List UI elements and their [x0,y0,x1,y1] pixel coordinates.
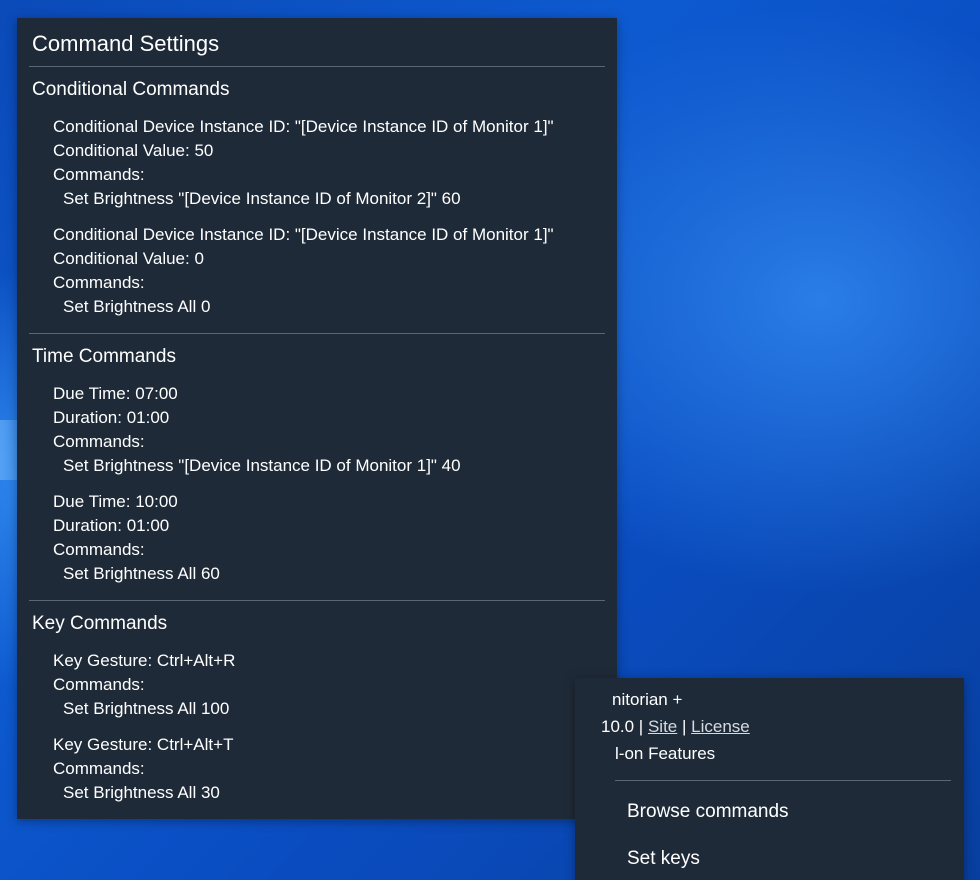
menu-divider [615,780,951,781]
command-text: Set Brightness "[Device Instance ID of M… [63,456,461,475]
link-separator: | [682,717,687,736]
commands-label: Commands: [53,432,145,451]
divider [29,66,605,67]
version-line: 10.0 | Site | License [601,715,750,739]
commands-label: Commands: [53,165,145,184]
conditional-device-id: Conditional Device Instance ID: "[Device… [53,225,554,244]
browse-commands-item[interactable]: Browse commands [575,790,964,834]
command-text: Set Brightness All 0 [63,297,211,316]
due-time: Due Time: 10:00 [53,492,178,511]
due-time: Due Time: 07:00 [53,384,178,403]
command-text: Set Brightness All 100 [63,699,230,718]
set-keys-label: Set keys [627,848,700,869]
command-text: Set Brightness All 60 [63,564,220,583]
set-keys-item[interactable]: Set keys [575,837,964,880]
conditional-value: Conditional Value: 50 [53,141,214,160]
section-title-time: Time Commands [32,346,176,367]
divider [29,333,605,334]
section-title-key: Key Commands [32,613,168,634]
divider [29,600,605,601]
section-title-conditional: Conditional Commands [32,79,230,100]
conditional-device-id: Conditional Device Instance ID: "[Device… [53,117,554,136]
key-gesture: Key Gesture: Ctrl+Alt+T [53,735,234,754]
monitorian-menu: nitorian + 10.0 | Site | License l-on Fe… [575,678,964,880]
commands-label: Commands: [53,540,145,559]
app-name: nitorian + [612,690,683,709]
browse-commands-label: Browse commands [627,801,789,822]
command-text: Set Brightness All 30 [63,783,220,802]
command-settings-window: Command Settings Conditional Commands Co… [17,18,617,819]
site-link[interactable]: Site [648,717,677,736]
commands-label: Commands: [53,273,145,292]
key-gesture: Key Gesture: Ctrl+Alt+R [53,651,236,670]
commands-label: Commands: [53,675,145,694]
version-text: 10.0 | [601,717,644,736]
license-link[interactable]: License [691,717,750,736]
commands-label: Commands: [53,759,145,778]
duration: Duration: 01:00 [53,408,170,427]
addon-features-label: l-on Features [615,744,716,763]
conditional-value: Conditional Value: 0 [53,249,204,268]
command-text: Set Brightness "[Device Instance ID of M… [63,189,461,208]
settings-title: Command Settings [32,31,220,56]
duration: Duration: 01:00 [53,516,170,535]
